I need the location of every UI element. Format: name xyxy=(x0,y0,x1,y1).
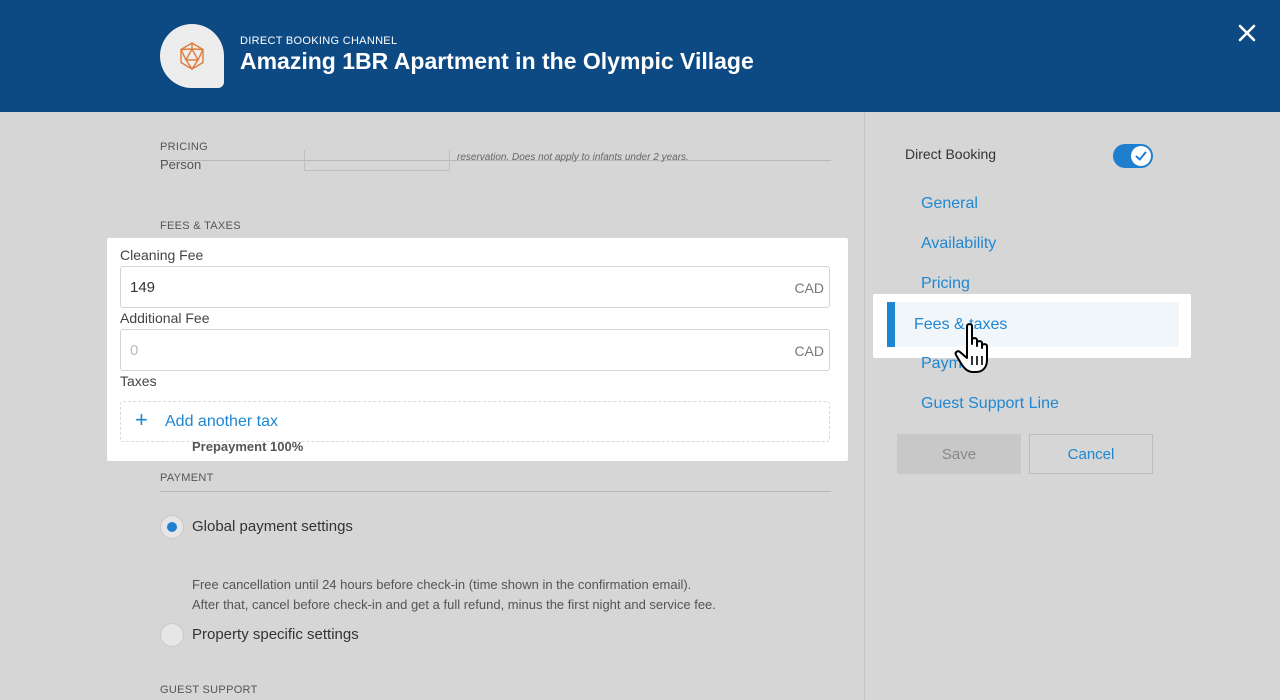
cleaning-fee-value: 149 xyxy=(130,279,156,296)
additional-fee-input[interactable]: 0 CAD xyxy=(120,329,830,371)
payment-divider xyxy=(160,491,831,492)
pricing-section-label: PRICING xyxy=(160,141,208,153)
nav-fees-taxes[interactable]: Fees & taxes xyxy=(887,302,1179,347)
taxes-label: Taxes xyxy=(120,373,157,389)
nav-guest-support-line[interactable]: Guest Support Line xyxy=(921,395,1059,413)
property-payment-label: Property specific settings xyxy=(192,626,359,643)
additional-fee-placeholder: 0 xyxy=(130,342,139,359)
cleaning-fee-label: Cleaning Fee xyxy=(120,247,204,263)
nav-fees-taxes-label: Fees & taxes xyxy=(914,316,1008,333)
add-tax-label: Add another tax xyxy=(165,413,278,430)
main-content: PRICING Person reservation. Does not app… xyxy=(0,112,864,700)
cancel-button[interactable]: Cancel xyxy=(1029,434,1153,474)
previous-field-label: Person xyxy=(160,157,202,172)
previous-field-hint: reservation. Does not apply to infants u… xyxy=(457,152,689,163)
direct-booking-toggle[interactable] xyxy=(1113,144,1153,168)
fees-section-label: FEES & TAXES xyxy=(160,220,241,232)
save-button[interactable]: Save xyxy=(897,434,1021,474)
fees-taxes-card: Cleaning Fee 149 CAD Additional Fee 0 CA… xyxy=(107,238,848,461)
channel-logo xyxy=(160,24,224,88)
cleaning-fee-input[interactable]: 149 CAD xyxy=(120,266,830,308)
header-subtitle: DIRECT BOOKING CHANNEL xyxy=(240,35,398,47)
nav-availability[interactable]: Availability xyxy=(921,235,996,253)
active-indicator xyxy=(887,302,895,347)
check-icon xyxy=(1135,151,1147,161)
direct-booking-label: Direct Booking xyxy=(905,146,997,162)
polyhedron-logo-icon xyxy=(180,42,204,70)
add-tax-button[interactable]: + Add another tax xyxy=(120,401,830,442)
previous-field-input[interactable] xyxy=(304,150,450,171)
global-payment-label: Global payment settings xyxy=(192,518,353,535)
additional-fee-currency: CAD xyxy=(794,343,824,359)
cancellation-policy-line-1: Free cancellation until 24 hours before … xyxy=(192,577,692,592)
nav-payment[interactable]: Payme xyxy=(921,355,971,373)
guest-support-section-label: GUEST SUPPORT xyxy=(160,684,258,696)
plus-icon: + xyxy=(135,407,148,432)
property-payment-radio[interactable] xyxy=(160,623,184,647)
close-button[interactable] xyxy=(1234,20,1260,46)
nav-pricing[interactable]: Pricing xyxy=(921,275,970,293)
payment-section-label: PAYMENT xyxy=(160,472,214,484)
close-icon xyxy=(1238,24,1256,42)
global-payment-radio[interactable] xyxy=(160,515,184,539)
nav-fees-taxes-highlight: Fees & taxes xyxy=(873,294,1191,358)
cleaning-fee-currency: CAD xyxy=(794,280,824,296)
cancellation-policy-line-2: After that, cancel before check-in and g… xyxy=(192,597,716,612)
additional-fee-label: Additional Fee xyxy=(120,310,210,326)
toggle-knob xyxy=(1131,146,1151,166)
listing-title: Amazing 1BR Apartment in the Olympic Vil… xyxy=(240,48,754,74)
dialog-header: DIRECT BOOKING CHANNEL Amazing 1BR Apart… xyxy=(0,0,1280,112)
nav-general[interactable]: General xyxy=(921,195,978,213)
sidebar-divider xyxy=(864,112,865,700)
prepayment-text: Prepayment 100% xyxy=(192,439,304,454)
